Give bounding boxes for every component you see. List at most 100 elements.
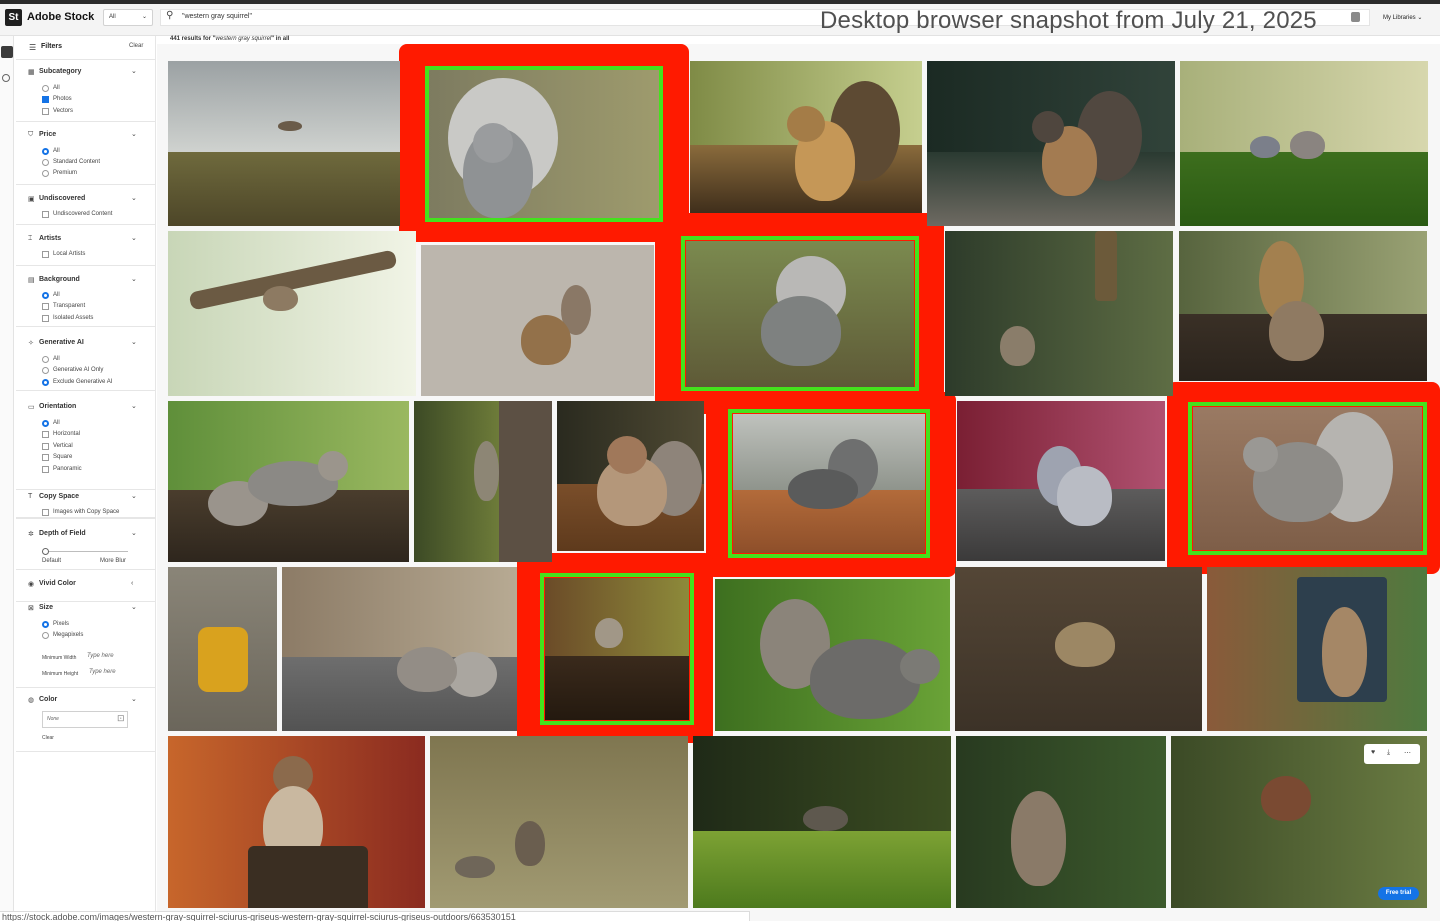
- option-label: Isolated Assets: [53, 315, 94, 321]
- chevron-down-icon[interactable]: ⌄: [131, 130, 137, 138]
- chevron-down-icon[interactable]: ⌄: [131, 338, 137, 346]
- filter-background-title[interactable]: Background: [39, 276, 80, 283]
- image-icon: ▣: [28, 196, 35, 203]
- chevron-down-icon[interactable]: ⌄: [131, 603, 137, 611]
- search-scope-dropdown[interactable]: All ⌄: [103, 9, 153, 26]
- checkbox-horizontal[interactable]: [42, 431, 49, 438]
- filter-copy-space-title[interactable]: Copy Space: [39, 493, 79, 500]
- color-clear-link[interactable]: Clear: [42, 735, 54, 741]
- chevron-down-icon[interactable]: ⌄: [131, 275, 137, 283]
- chevron-left-icon[interactable]: ‹: [131, 580, 133, 587]
- image-tile[interactable]: [955, 567, 1202, 731]
- image-tile[interactable]: [957, 401, 1165, 561]
- image-tile[interactable]: [168, 567, 277, 731]
- radio-size-megapixels[interactable]: [42, 632, 49, 639]
- checkbox-copy-space[interactable]: [42, 509, 49, 516]
- checkbox-isolated[interactable]: [42, 315, 49, 322]
- clear-filters-link[interactable]: Clear: [129, 43, 143, 49]
- checkbox-transparent[interactable]: [42, 303, 49, 310]
- brand-name[interactable]: Adobe Stock: [27, 11, 94, 23]
- depth-slider-handle[interactable]: [42, 548, 49, 555]
- filter-color-title[interactable]: Color: [39, 696, 57, 703]
- results-query: western gray squirrel: [215, 36, 272, 42]
- min-height-input[interactable]: Type here: [89, 669, 116, 675]
- filter-generative-ai-title[interactable]: Generative AI: [39, 339, 84, 346]
- results-count-prefix: 441 results for: [170, 36, 213, 42]
- chevron-down-icon[interactable]: ⌄: [131, 194, 137, 202]
- chevron-down-icon[interactable]: ⌄: [131, 492, 137, 500]
- checkbox-panoramic[interactable]: [42, 466, 49, 473]
- filter-undiscovered-title[interactable]: Undiscovered: [39, 195, 85, 202]
- checkbox-square[interactable]: [42, 454, 49, 461]
- snapshot-caption: Desktop browser snapshot from July 21, 2…: [820, 7, 1317, 34]
- checkbox-undiscovered[interactable]: [42, 211, 49, 218]
- filter-artists-title[interactable]: Artists: [39, 235, 61, 242]
- image-tile[interactable]: [927, 61, 1175, 226]
- chevron-down-icon[interactable]: ⌄: [131, 695, 137, 703]
- radio-size-pixels[interactable]: [42, 621, 49, 628]
- my-libraries-dropdown[interactable]: My Libraries ⌄: [1383, 14, 1422, 21]
- filter-artists: ⌶ Artists ⌄ Local Artists: [16, 235, 156, 266]
- image-tile[interactable]: [557, 401, 704, 551]
- image-tile[interactable]: [1179, 231, 1427, 381]
- radio-genai-only[interactable]: [42, 367, 49, 374]
- filter-size-title[interactable]: Size: [39, 604, 53, 611]
- image-tile[interactable]: [715, 579, 950, 731]
- image-tile[interactable]: [168, 231, 416, 396]
- visual-search-icon[interactable]: [2, 74, 10, 82]
- free-trial-button[interactable]: Free trial: [1378, 887, 1419, 900]
- chevron-down-icon[interactable]: ⌄: [131, 402, 137, 410]
- image-tile[interactable]: [421, 245, 654, 396]
- image-tile[interactable]: [1207, 567, 1427, 731]
- panel-toggle-icon[interactable]: [1, 46, 13, 58]
- filter-price-title[interactable]: Price: [39, 131, 56, 138]
- filter-vivid-color-title[interactable]: Vivid Color: [39, 580, 76, 587]
- radio-genai-exclude[interactable]: [42, 379, 49, 386]
- depth-slider-track[interactable]: [42, 551, 128, 552]
- radio-orientation-all[interactable]: [42, 420, 49, 427]
- lock-icon[interactable]: [1351, 12, 1360, 22]
- image-tile[interactable]: [945, 231, 1173, 396]
- radio-price-premium[interactable]: [42, 170, 49, 177]
- image-tile[interactable]: [430, 736, 688, 908]
- image-tile[interactable]: [1180, 61, 1428, 226]
- adobe-stock-logo[interactable]: St: [5, 9, 22, 26]
- annotation-highlight-border: [728, 409, 930, 558]
- image-tile[interactable]: [693, 736, 951, 908]
- image-tile[interactable]: [168, 736, 425, 908]
- filter-subcategory-title[interactable]: Subcategory: [39, 68, 81, 75]
- filter-orientation-title[interactable]: Orientation: [39, 403, 76, 410]
- color-swatch-icon[interactable]: ⊡: [117, 713, 125, 724]
- download-icon[interactable]: ⤓: [1387, 749, 1390, 757]
- checkbox-local-artists[interactable]: [42, 251, 49, 258]
- image-tile[interactable]: [168, 61, 400, 226]
- radio-subcategory-all[interactable]: [42, 85, 49, 92]
- radio-genai-all[interactable]: [42, 356, 49, 363]
- radio-price-standard[interactable]: [42, 159, 49, 166]
- checkbox-vertical[interactable]: [42, 443, 49, 450]
- option-label: Square: [53, 454, 73, 460]
- chevron-down-icon[interactable]: ⌄: [131, 67, 137, 75]
- chevron-down-icon[interactable]: ⌄: [131, 529, 137, 537]
- image-tile[interactable]: [690, 61, 922, 213]
- filter-depth-of-field-title[interactable]: Depth of Field: [39, 530, 86, 537]
- image-tile[interactable]: [414, 401, 552, 562]
- heart-icon[interactable]: ♥: [1371, 749, 1375, 756]
- option-label: Undiscovered Content: [53, 211, 113, 217]
- image-tile[interactable]: [168, 401, 409, 562]
- sparkle-icon: ✧: [28, 340, 34, 347]
- option-label: Exclude Generative AI: [53, 379, 113, 385]
- radio-background-all[interactable]: [42, 292, 49, 299]
- chevron-down-icon[interactable]: ⌄: [131, 234, 137, 242]
- filters-title: Filters: [41, 43, 63, 50]
- option-label: Images with Copy Space: [53, 509, 120, 515]
- filters-header: ☰ Filters Clear: [16, 36, 156, 60]
- option-label: Megapixels: [53, 632, 84, 638]
- checkbox-photos[interactable]: [42, 96, 49, 103]
- image-tile[interactable]: [956, 736, 1166, 908]
- more-options-icon[interactable]: ⋯: [1404, 749, 1411, 757]
- radio-price-all[interactable]: [42, 148, 49, 155]
- checkbox-vectors[interactable]: [42, 108, 49, 115]
- image-tile[interactable]: [282, 567, 517, 731]
- min-width-input[interactable]: Type here: [87, 653, 114, 659]
